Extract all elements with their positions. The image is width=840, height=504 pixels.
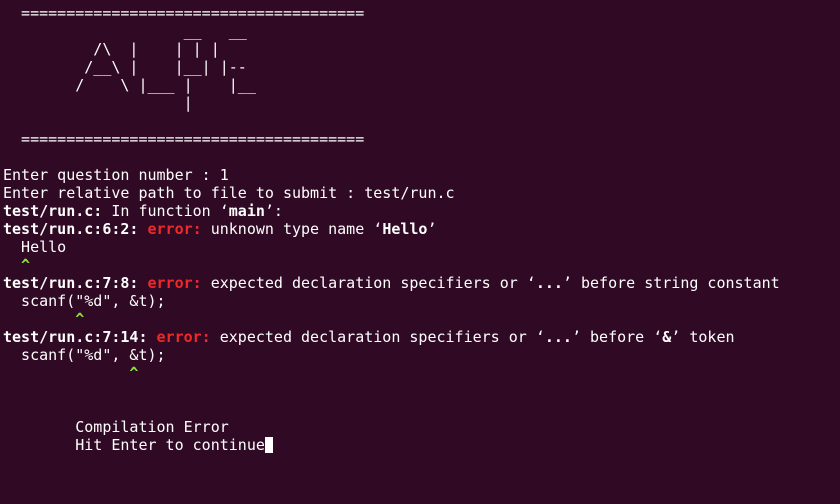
diagnostic-location: test/run.c:7:8: (3, 274, 139, 292)
continue-prompt: Hit Enter to continue (3, 436, 265, 454)
question-prompt: Enter question number : 1 (3, 166, 229, 184)
banner-rule-bottom: ====================================== (3, 130, 365, 148)
diagnostic-caret: ^ (3, 364, 139, 382)
diagnostic-message: expected declaration specifiers or ‘ (210, 328, 545, 346)
diagnostic-message: unknown type name ‘ (201, 220, 383, 238)
continue-prompt-line[interactable]: Hit Enter to continue (3, 436, 840, 454)
diagnostic-line: test/run.c:6:2: error: unknown type name… (3, 220, 840, 238)
diagnostic-message-mid: ’ before ‘ (571, 328, 663, 346)
context-end: ’: (264, 202, 283, 220)
path-prompt: Enter relative path to file to submit : … (3, 184, 455, 202)
diagnostic-token: Hello (382, 220, 428, 238)
diagnostic-token: ... (535, 274, 563, 292)
diagnostic-token: ... (544, 328, 572, 346)
error-label: error: (147, 220, 202, 238)
error-label: error: (147, 274, 202, 292)
compiler-context-line: test/run.c: In function ‘main’: (3, 202, 840, 220)
diagnostic-source: scanf("%d", &t); (3, 346, 166, 364)
diagnostic-line: test/run.c:7:8: error: expected declarat… (3, 274, 840, 292)
diagnostic-caret: ^ (3, 256, 31, 274)
banner-art-line: __ __ (3, 22, 247, 40)
diagnostic-token: & (662, 328, 672, 346)
banner-art-line: /\ | | | | (3, 40, 220, 58)
diagnostic-source: scanf("%d", &t); (3, 292, 166, 310)
error-label: error: (156, 328, 211, 346)
banner-art-line: | (3, 94, 193, 112)
context-text: In function ‘ (102, 202, 229, 220)
compilation-status: Compilation Error (3, 418, 229, 436)
context-function: main (228, 202, 265, 220)
diagnostic-message-end: ’ (427, 220, 437, 238)
banner-art-line: /__\ | |__| |-- (3, 58, 247, 76)
terminal-window[interactable]: ====================================== _… (0, 0, 840, 504)
diagnostic-line: test/run.c:7:14: error: expected declara… (3, 328, 840, 346)
diagnostic-message: expected declaration specifiers or ‘ (201, 274, 536, 292)
diagnostic-message-end: ’ token (671, 328, 735, 346)
diagnostic-source: Hello (3, 238, 67, 256)
diagnostic-caret: ^ (3, 310, 85, 328)
banner-rule-top: ====================================== (3, 4, 365, 22)
banner-art-line: / \ |___ | |__ (3, 76, 256, 94)
diagnostic-location: test/run.c:7:14: (3, 328, 148, 346)
diagnostic-message-end: ’ before string constant (562, 274, 780, 292)
text-cursor[interactable] (264, 437, 273, 453)
diagnostic-location: test/run.c:6:2: (3, 220, 139, 238)
context-file: test/run.c: (3, 202, 103, 220)
